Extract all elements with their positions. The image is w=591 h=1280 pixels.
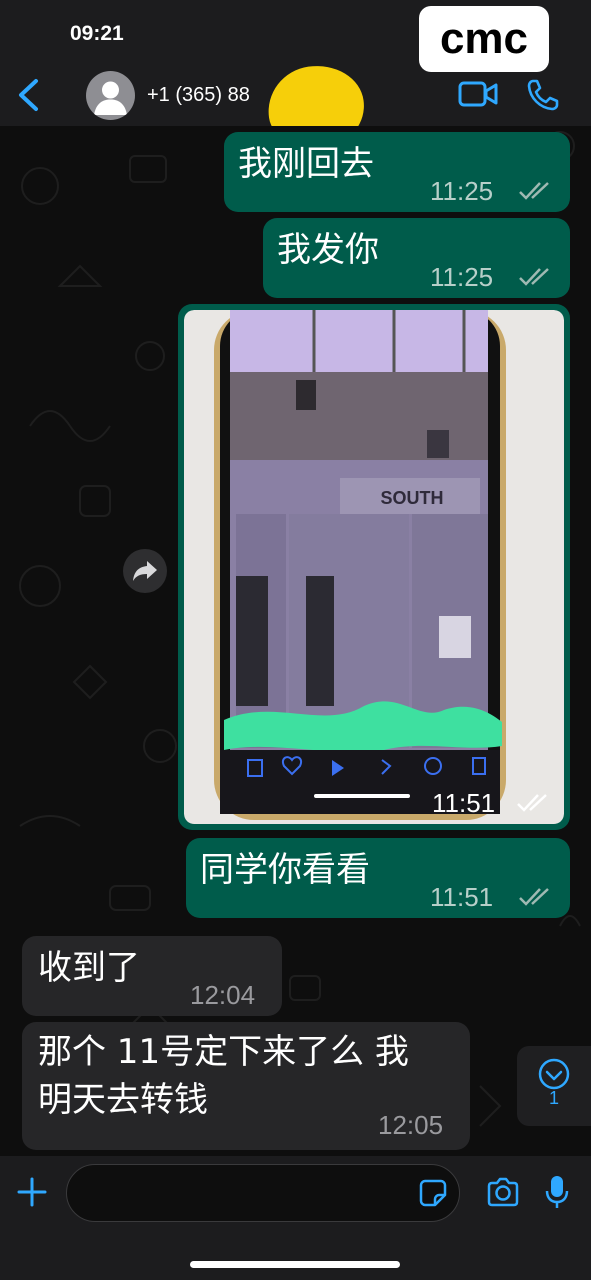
chevron-down-icon bbox=[538, 1058, 570, 1090]
contact-name[interactable]: +1 (365) 88 bbox=[147, 84, 250, 107]
incoming-message[interactable]: 收到了 12:04 bbox=[22, 936, 282, 1016]
image-message[interactable]: SOUTH 11:51 bbox=[178, 304, 570, 830]
scroll-to-bottom-button[interactable]: 1 bbox=[517, 1046, 591, 1126]
double-check-icon bbox=[519, 182, 549, 200]
message-time: 11:25 bbox=[430, 176, 494, 206]
chat-header: 09:21 cmc +1 (365) 88 bbox=[0, 0, 591, 155]
south-sign: SOUTH bbox=[381, 488, 444, 508]
camera-icon[interactable] bbox=[486, 1176, 520, 1208]
phone-icon[interactable] bbox=[526, 78, 560, 112]
message-time: 12:05 bbox=[378, 1110, 444, 1140]
double-check-icon bbox=[519, 268, 549, 286]
message-text: 我发你 bbox=[277, 230, 379, 270]
chat-area[interactable]: 我刚回去 11:25 我发你 11:25 SOUTH 11:51 同学你看看 1… bbox=[0, 126, 591, 1156]
outgoing-message[interactable]: 我发你 11:25 bbox=[263, 218, 570, 298]
video-call-icon[interactable] bbox=[458, 79, 498, 109]
cmc-badge: cmc bbox=[419, 6, 549, 72]
message-text: 收到了 bbox=[38, 948, 140, 988]
message-time: 11:51 bbox=[432, 788, 496, 818]
status-time: 09:21 bbox=[70, 22, 124, 45]
message-text: 我刚回去 bbox=[238, 144, 374, 184]
photo-thumbnail[interactable]: SOUTH bbox=[184, 310, 564, 824]
plus-icon[interactable] bbox=[16, 1176, 48, 1208]
back-chevron-icon[interactable] bbox=[16, 78, 42, 112]
outgoing-message[interactable]: 我刚回去 11:25 bbox=[224, 132, 570, 212]
message-text: 同学你看看 bbox=[200, 850, 370, 890]
outgoing-message[interactable]: 同学你看看 11:51 bbox=[186, 838, 570, 918]
message-text-line-2: 明天去转钱 bbox=[38, 1080, 208, 1120]
message-text-line-1: 那个 11号定下来了么 我 bbox=[38, 1032, 409, 1072]
message-time: 11:25 bbox=[430, 262, 494, 292]
forward-icon bbox=[133, 561, 157, 581]
composer-bar bbox=[0, 1156, 591, 1280]
home-indicator bbox=[190, 1261, 400, 1268]
person-icon bbox=[94, 81, 127, 115]
sticker-icon[interactable] bbox=[418, 1178, 448, 1208]
forward-button[interactable] bbox=[123, 549, 167, 593]
double-check-icon bbox=[517, 794, 547, 812]
message-time: 12:04 bbox=[190, 980, 256, 1010]
avatar[interactable] bbox=[86, 71, 135, 120]
double-check-icon bbox=[519, 888, 549, 906]
microphone-icon[interactable] bbox=[545, 1174, 569, 1210]
unread-count: 1 bbox=[548, 1088, 559, 1108]
message-input[interactable] bbox=[66, 1164, 460, 1222]
message-time: 11:51 bbox=[430, 882, 494, 912]
incoming-message[interactable]: 那个 11号定下来了么 我 明天去转钱 12:05 bbox=[22, 1022, 470, 1150]
